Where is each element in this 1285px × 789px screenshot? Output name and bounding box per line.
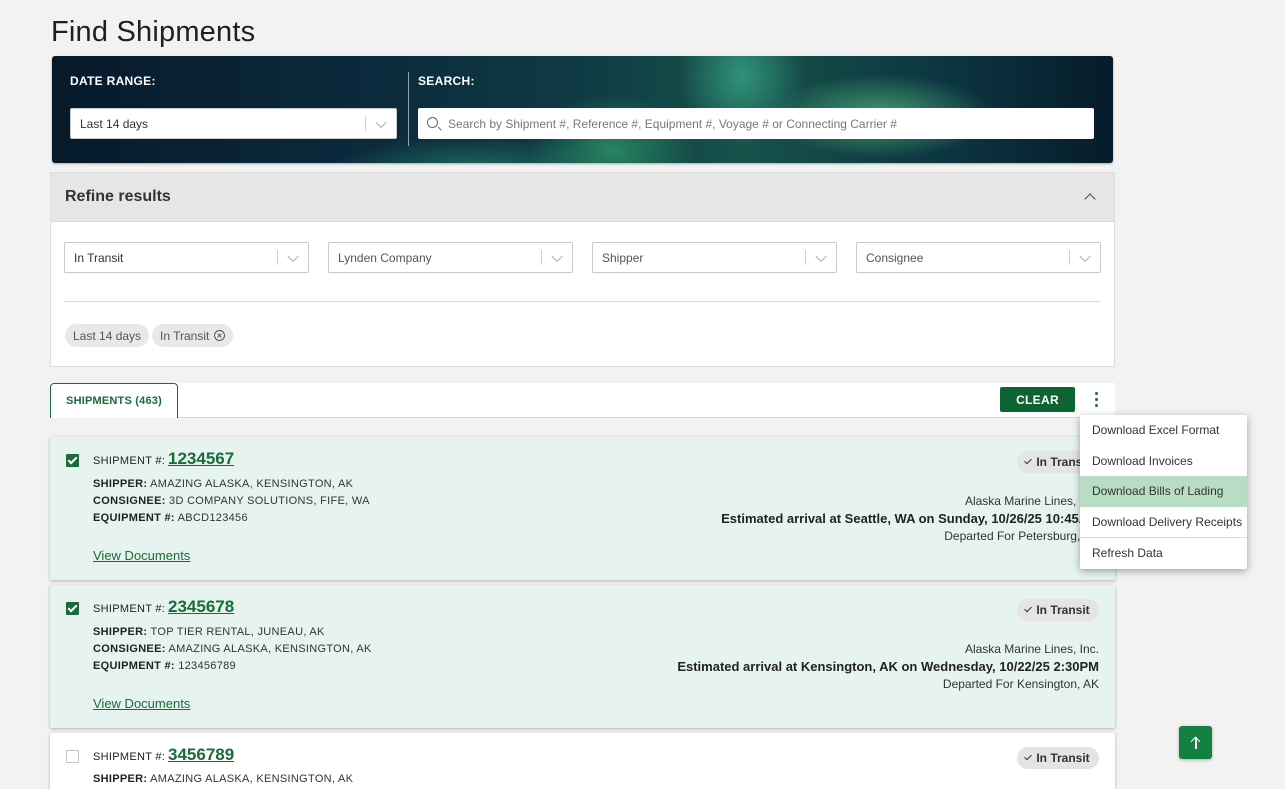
menu-item-refresh-data[interactable]: Refresh Data (1080, 538, 1247, 569)
remove-chip-icon[interactable] (214, 330, 226, 341)
date-range-value: Last 14 days (80, 116, 149, 131)
chevron-down-icon (1079, 250, 1091, 262)
chevron-down-icon (287, 250, 299, 262)
shipment-checkbox[interactable] (66, 750, 79, 763)
equipment-line: EQUIPMENT #: ABCD123456 (93, 512, 248, 524)
departed-text: Departed For Petersburg, AK (944, 529, 1099, 543)
refine-panel: Refine results In Transit Lynden Company… (50, 172, 1115, 367)
chip-status: In Transit (152, 324, 234, 347)
shipment-number-label: SHIPMENT #: (93, 603, 166, 615)
shipment-checkbox[interactable] (66, 454, 79, 467)
date-range-label: DATE RANGE: (70, 74, 156, 88)
clear-button[interactable]: CLEAR (1000, 387, 1075, 412)
check-icon (1024, 604, 1033, 613)
shipper-filter-select[interactable]: Shipper (592, 242, 837, 273)
equipment-line: EQUIPMENT #: 123456789 (93, 660, 236, 672)
consignee-line: CONSIGNEE: AMAZING ALASKA, KENSINGTON, A… (93, 643, 372, 655)
chevron-down-icon (551, 250, 563, 262)
shipper-line: SHIPPER: AMAZING ALASKA, KENSINGTON, AK (93, 773, 354, 785)
shipment-card: SHIPMENT #: 2345678 SHIPPER: TOP TIER RE… (50, 585, 1115, 728)
shipper-line: SHIPPER: TOP TIER RENTAL, JUNEAU, AK (93, 626, 325, 638)
menu-item-download-bills-of-lading[interactable]: Download Bills of Lading (1080, 476, 1247, 507)
status-badge: In Transit (1017, 599, 1099, 621)
shipment-card: SHIPMENT #: 3456789 SHIPPER: AMAZING ALA… (50, 733, 1115, 789)
shipment-number-label: SHIPMENT #: (93, 455, 166, 467)
shipment-number-link[interactable]: 3456789 (168, 745, 234, 765)
carrier-name: Alaska Marine Lines, Inc. (964, 494, 1099, 508)
eta-text: Estimated arrival at Kensington, AK on W… (677, 659, 1099, 674)
search-icon (427, 117, 438, 128)
status-badge: In Transit (1017, 747, 1099, 769)
shipment-card: SHIPMENT #: 1234567 SHIPPER: AMAZING ALA… (50, 437, 1115, 580)
search-banner: DATE RANGE: Last 14 days SEARCH: Search … (52, 56, 1113, 163)
refine-divider (64, 301, 1101, 302)
shipment-number-link[interactable]: 1234567 (168, 449, 234, 469)
page-title: Find Shipments (51, 16, 256, 48)
search-placeholder: Search by Shipment #, Reference #, Equip… (448, 116, 897, 131)
shipper-line: SHIPPER: AMAZING ALASKA, KENSINGTON, AK (93, 478, 354, 490)
eta-text: Estimated arrival at Seattle, WA on Sund… (721, 511, 1099, 526)
status-filter-value: In Transit (74, 250, 124, 265)
date-range-select[interactable]: Last 14 days (70, 108, 397, 139)
shipment-number-link[interactable]: 2345678 (168, 597, 234, 617)
menu-item-download-invoices[interactable]: Download Invoices (1080, 446, 1247, 477)
back-to-top-button[interactable] (1179, 726, 1212, 759)
check-icon (1024, 456, 1033, 465)
shipment-number-label: SHIPMENT #: (93, 751, 166, 763)
tab-shipments[interactable]: SHIPMENTS (463) (50, 383, 178, 418)
company-filter-select[interactable]: Lynden Company (328, 242, 573, 273)
chip-date-range: Last 14 days (65, 324, 150, 347)
refine-header[interactable]: Refine results (51, 173, 1114, 222)
departed-text: Departed For Kensington, AK (942, 677, 1099, 691)
company-filter-value: Lynden Company (338, 250, 432, 265)
view-documents-link[interactable]: View Documents (93, 548, 190, 563)
consignee-line: CONSIGNEE: 3D COMPANY SOLUTIONS, FIFE, W… (93, 495, 370, 507)
menu-item-download-delivery-receipts[interactable]: Download Delivery Receipts (1080, 507, 1247, 538)
consignee-filter-select[interactable]: Consignee (856, 242, 1101, 273)
results-toolbar: SHIPMENTS (463) CLEAR (50, 383, 1115, 418)
check-icon (1024, 752, 1033, 761)
search-label: SEARCH: (418, 74, 475, 88)
search-input[interactable]: Search by Shipment #, Reference #, Equip… (418, 108, 1094, 139)
refine-title: Refine results (65, 188, 171, 205)
download-menu: Download Excel Format Download Invoices … (1080, 415, 1247, 569)
chevron-down-icon (815, 250, 827, 262)
shipment-checkbox[interactable] (66, 602, 79, 615)
chevron-down-icon (375, 116, 387, 128)
carrier-name: Alaska Marine Lines, Inc. (964, 642, 1099, 656)
hero-divider (408, 72, 409, 146)
menu-item-download-excel[interactable]: Download Excel Format (1080, 415, 1247, 446)
shipper-filter-placeholder: Shipper (602, 250, 644, 265)
status-filter-select[interactable]: In Transit (64, 242, 309, 273)
chevron-up-icon[interactable] (1084, 193, 1096, 205)
more-options-icon[interactable] (1090, 391, 1102, 409)
consignee-filter-placeholder: Consignee (866, 250, 924, 265)
view-documents-link[interactable]: View Documents (93, 696, 190, 711)
